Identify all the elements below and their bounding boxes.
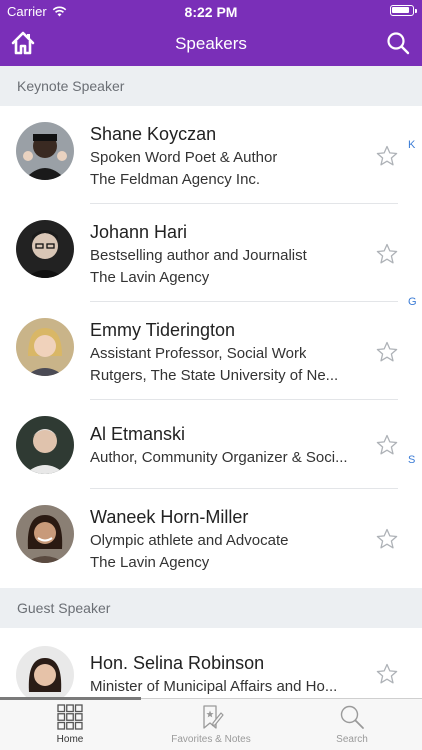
- avatar: [16, 122, 74, 180]
- star-icon[interactable]: [376, 434, 398, 456]
- speaker-row[interactable]: Al Etmanski Author, Community Organizer …: [0, 400, 422, 489]
- speaker-row[interactable]: Johann Hari Bestselling author and Journ…: [0, 204, 422, 302]
- tab-favorites-notes-label: Favorites & Notes: [171, 734, 251, 745]
- search-icon: [340, 705, 364, 729]
- speaker-name: Johann Hari: [90, 222, 188, 242]
- speaker-title: Bestselling author and Journalist: [90, 247, 307, 264]
- speaker-agency: Rutgers, The State University of Ne...: [90, 367, 339, 384]
- tab-favorites-notes[interactable]: Favorites & Notes: [141, 699, 281, 750]
- index-letter-s[interactable]: S: [408, 454, 415, 466]
- speaker-title: Minister of Municipal Affairs and Ho...: [90, 678, 338, 695]
- speaker-title: Spoken Word Poet & Author: [90, 149, 278, 166]
- tab-search[interactable]: Search: [282, 699, 422, 750]
- speaker-row[interactable]: Hon. Selina Robinson Minister of Municip…: [0, 628, 422, 698]
- star-icon[interactable]: [376, 341, 398, 363]
- search-icon[interactable]: [386, 31, 410, 55]
- speaker-name: Shane Koyczan: [90, 124, 217, 144]
- avatar: [16, 318, 74, 376]
- bookmark-note-icon: [203, 705, 224, 729]
- section-header-guest: Guest Speaker: [0, 588, 422, 628]
- speaker-name: Al Etmanski: [90, 424, 186, 444]
- speaker-row[interactable]: Emmy Tiderington Assistant Professor, So…: [0, 302, 422, 400]
- grid-icon: [57, 704, 83, 730]
- speaker-title: Author, Community Organizer & Soci...: [90, 449, 348, 466]
- tab-home-label: Home: [56, 734, 84, 745]
- speaker-title: Olympic athlete and Advocate: [90, 532, 289, 549]
- section-header-keynote: Keynote Speaker: [0, 66, 422, 106]
- speaker-title: Assistant Professor, Social Work: [90, 345, 307, 362]
- top-bar: Carrier 8:22 PM Speakers: [0, 0, 422, 66]
- index-letter-g[interactable]: G: [408, 296, 417, 308]
- tab-bar: Home Favorites & Notes Search: [0, 697, 422, 750]
- speaker-name: Hon. Selina Robinson: [90, 653, 265, 673]
- star-icon[interactable]: [376, 243, 398, 265]
- battery-icon: [390, 5, 417, 16]
- star-icon[interactable]: [376, 663, 398, 685]
- tab-search-label: Search: [336, 734, 368, 745]
- speaker-agency: The Lavin Agency: [90, 554, 210, 571]
- nav-bar: Speakers: [0, 22, 422, 66]
- star-icon[interactable]: [376, 145, 398, 167]
- avatar: [16, 505, 74, 563]
- avatar: [16, 646, 74, 698]
- speaker-agency: The Lavin Agency: [90, 269, 210, 286]
- page-title: Speakers: [175, 34, 247, 53]
- star-icon[interactable]: [376, 528, 398, 550]
- speaker-name: Waneek Horn-Miller: [90, 507, 249, 527]
- speaker-name: Emmy Tiderington: [90, 320, 236, 340]
- status-time: 8:22 PM: [184, 4, 238, 20]
- speaker-row[interactable]: Waneek Horn-Miller Olympic athlete and A…: [0, 489, 422, 587]
- tab-home[interactable]: Home: [0, 699, 140, 750]
- index-letter-k[interactable]: K: [408, 139, 415, 151]
- avatar: [16, 416, 74, 474]
- avatar: [16, 220, 74, 278]
- speaker-row[interactable]: Shane Koyczan Spoken Word Poet & Author …: [0, 106, 422, 204]
- speaker-agency: The Feldman Agency Inc.: [90, 171, 261, 188]
- status-bar: Carrier 8:22 PM: [0, 0, 422, 22]
